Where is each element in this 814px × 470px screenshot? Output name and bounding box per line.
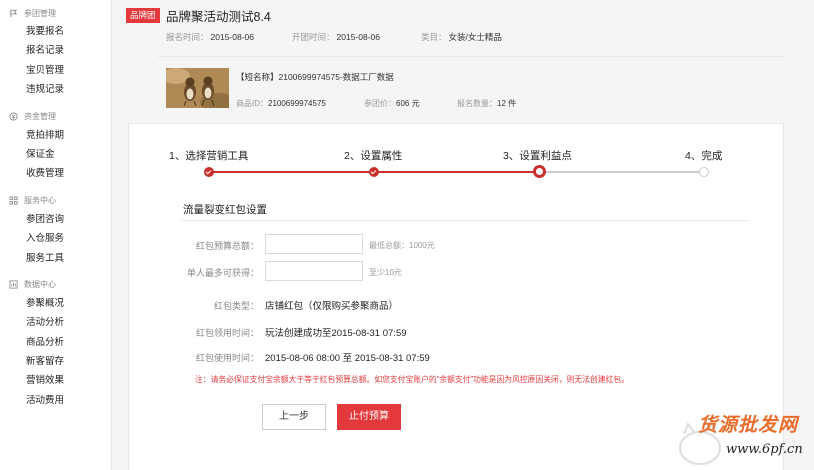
activity-header: 品牌团 品牌聚活动测试8.4 报名时间： 2015-08-06 开团时间： 2015… bbox=[112, 0, 814, 56]
category: 类目： 女装/女士精品 bbox=[421, 32, 502, 42]
sidebar-item-product-analysis[interactable]: 商品分析 bbox=[0, 333, 111, 352]
sidebar-item-signup-records[interactable]: 报名记录 bbox=[0, 41, 111, 60]
step-2-label: 2、设置属性 bbox=[344, 150, 403, 162]
grid-icon bbox=[9, 196, 18, 205]
claim-time-value: 玩法创建成功至2015-08-31 07:59 bbox=[265, 328, 407, 339]
sidebar-item-auction-schedule[interactable]: 竞拍排期 bbox=[0, 126, 111, 145]
progress-track-todo bbox=[539, 171, 704, 173]
birds-image bbox=[166, 68, 229, 108]
step-1-label: 1、选择营销工具 bbox=[169, 150, 249, 162]
budget-input[interactable] bbox=[265, 234, 363, 254]
sidebar-group-funds: 资金管理 竞拍排期 保证金 收费管理 bbox=[0, 108, 111, 184]
step-3-current-icon bbox=[533, 165, 546, 178]
flag-icon bbox=[10, 9, 18, 17]
sidebar-item-retention[interactable]: 新客留存 bbox=[0, 352, 111, 371]
sidebar-group-label: 资金管理 bbox=[24, 112, 56, 122]
type-label: 红包类型： bbox=[213, 301, 259, 311]
section-title: 流量裂变红包设置 bbox=[183, 204, 267, 216]
sidebar-group-title: 数据中心 bbox=[0, 276, 111, 294]
sidebar-group-label: 参团管理 bbox=[24, 8, 56, 18]
sidebar-group-label: 数据中心 bbox=[24, 280, 56, 290]
budget-label: 红包预算总额： bbox=[195, 241, 259, 251]
setup-panel: 1、选择营销工具 2、设置属性 3、设置利益点 4、完成 流量裂变红包设置 红包… bbox=[128, 123, 784, 470]
sidebar-group-team: 参团管理 我要报名 报名记录 宝贝管理 违规记录 bbox=[0, 4, 111, 100]
claim-time-label: 红包领用时间： bbox=[195, 328, 259, 338]
budget-hint: 最低总额：1000元 bbox=[369, 241, 435, 250]
product-thumbnail bbox=[166, 68, 229, 108]
step-4-pending-icon bbox=[699, 167, 709, 177]
sidebar-group-title: 参团管理 bbox=[0, 4, 111, 22]
sidebar-item-deposit[interactable]: 保证金 bbox=[0, 145, 111, 164]
pay-budget-button[interactable]: 止付预算 bbox=[337, 404, 401, 430]
sidebar-item-marketing-effect[interactable]: 营销效果 bbox=[0, 371, 111, 390]
sidebar-group-service: 服务中心 参团咨询 入仓服务 服务工具 bbox=[0, 192, 111, 268]
brand-badge: 品牌团 bbox=[126, 8, 160, 23]
sidebar-item-fees[interactable]: 收费管理 bbox=[0, 164, 111, 183]
sidebar-item-signup[interactable]: 我要报名 bbox=[0, 22, 111, 41]
step-2-check-icon bbox=[369, 167, 379, 177]
product-price: 参团价：606 元 bbox=[364, 99, 420, 108]
step-1-check-icon bbox=[204, 167, 214, 177]
page-title: 品牌聚活动测试8.4 bbox=[166, 10, 271, 24]
sidebar-group-title: 资金管理 bbox=[0, 108, 111, 126]
app-root: 参团管理 我要报名 报名记录 宝贝管理 违规记录 资金管理 竞拍排期 保证金 收… bbox=[0, 0, 814, 470]
sidebar-group-label: 服务中心 bbox=[24, 196, 56, 206]
header-divider bbox=[158, 56, 784, 57]
product-name: 【短名称】2100699974575-数据工厂数据 bbox=[236, 72, 394, 82]
max-amount-hint: 至少10元 bbox=[369, 268, 402, 277]
product-id: 商品ID：2100699974575 bbox=[236, 99, 326, 108]
open-time: 开团时间： 2015-08-06 bbox=[292, 32, 380, 42]
type-value: 店铺红包（仅限购买参聚商品） bbox=[265, 301, 399, 312]
max-amount-label: 单人最多可获得： bbox=[186, 268, 259, 278]
step-4-label: 4、完成 bbox=[685, 150, 723, 162]
step-3-label: 3、设置利益点 bbox=[503, 150, 572, 162]
money-icon bbox=[9, 112, 18, 121]
sidebar-group-data: 数据中心 参聚概况 活动分析 商品分析 新客留存 营销效果 活动费用 bbox=[0, 276, 111, 410]
use-time-label: 红包使用时间： bbox=[195, 353, 259, 363]
sidebar-item-items[interactable]: 宝贝管理 bbox=[0, 61, 111, 80]
chart-icon bbox=[9, 280, 18, 289]
sidebar-item-activity-cost[interactable]: 活动费用 bbox=[0, 391, 111, 410]
max-amount-input[interactable] bbox=[265, 261, 363, 281]
signup-time: 报名时间： 2015-08-06 bbox=[166, 32, 254, 42]
sidebar-item-warehouse[interactable]: 入仓服务 bbox=[0, 229, 111, 248]
sidebar: 参团管理 我要报名 报名记录 宝贝管理 违规记录 资金管理 竞拍排期 保证金 收… bbox=[0, 0, 112, 470]
warning-note: 注：请务必保证支付宝余额大于等于红包预算总额。如您支付宝账户的“余额支付”功能是… bbox=[195, 375, 630, 384]
use-time-value: 2015-08-06 08:00 至 2015-08-31 07:59 bbox=[265, 353, 430, 364]
previous-step-button[interactable]: 上一步 bbox=[262, 404, 326, 430]
product-quantity: 报名数量：12 件 bbox=[457, 99, 517, 108]
sidebar-item-overview[interactable]: 参聚概况 bbox=[0, 294, 111, 313]
section-divider bbox=[181, 220, 749, 221]
sidebar-group-title: 服务中心 bbox=[0, 192, 111, 210]
sidebar-item-violations[interactable]: 违规记录 bbox=[0, 80, 111, 99]
sidebar-item-tools[interactable]: 服务工具 bbox=[0, 249, 111, 268]
sidebar-item-consult[interactable]: 参团咨询 bbox=[0, 210, 111, 229]
sidebar-item-activity-analysis[interactable]: 活动分析 bbox=[0, 313, 111, 332]
